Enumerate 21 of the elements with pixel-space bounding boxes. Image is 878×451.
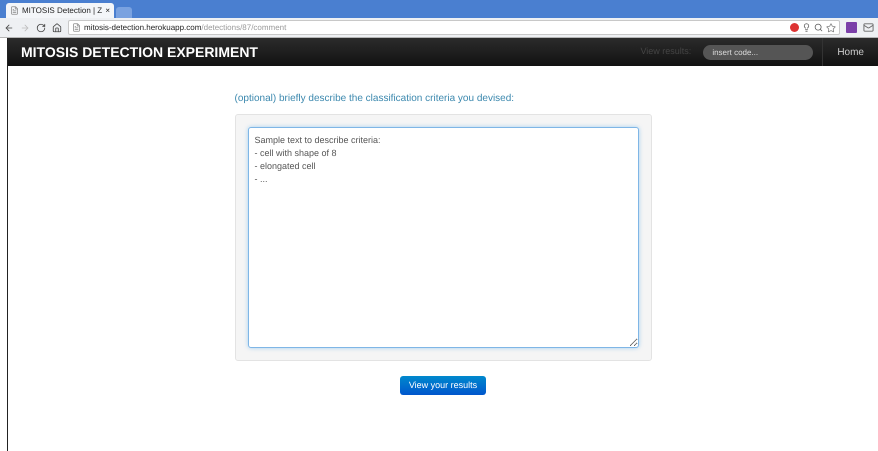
stop-sign-icon[interactable] bbox=[790, 23, 799, 32]
zoom-icon[interactable] bbox=[814, 23, 823, 32]
home-link[interactable]: Home bbox=[837, 44, 864, 60]
view-results-button[interactable]: View your results bbox=[400, 376, 486, 395]
home-icon[interactable] bbox=[52, 22, 62, 32]
url-host: mitosis-detection.herokuapp.com/detections/87/comment bbox=[84, 22, 286, 34]
bookmark-star-icon[interactable] bbox=[826, 22, 836, 32]
address-bar[interactable]: mitosis-detection.herokuapp.com/detections/87/comment bbox=[68, 20, 840, 35]
criteria-field[interactable]: Sample text to describe criteria: - cell with shape of 8 - elongated cell - ... bbox=[248, 127, 638, 348]
browser-tab[interactable]: MITOSIS Detection | Z × bbox=[6, 3, 114, 18]
back-icon[interactable] bbox=[4, 22, 14, 32]
page-icon bbox=[72, 23, 81, 32]
page-icon bbox=[10, 6, 19, 15]
form-prompt: (optional) briefly describe the classification criteria you devised: bbox=[234, 92, 516, 106]
mail-icon[interactable] bbox=[863, 22, 874, 33]
reload-icon[interactable] bbox=[36, 22, 46, 32]
brand-title: MITOSIS DETECTION EXPERIMENT bbox=[21, 42, 258, 62]
tab-title: MITOSIS Detection | Z bbox=[22, 4, 102, 16]
code-field[interactable]: insert code... bbox=[703, 44, 814, 60]
lightbulb-icon[interactable] bbox=[802, 23, 811, 32]
tab-close[interactable]: × bbox=[105, 4, 110, 16]
